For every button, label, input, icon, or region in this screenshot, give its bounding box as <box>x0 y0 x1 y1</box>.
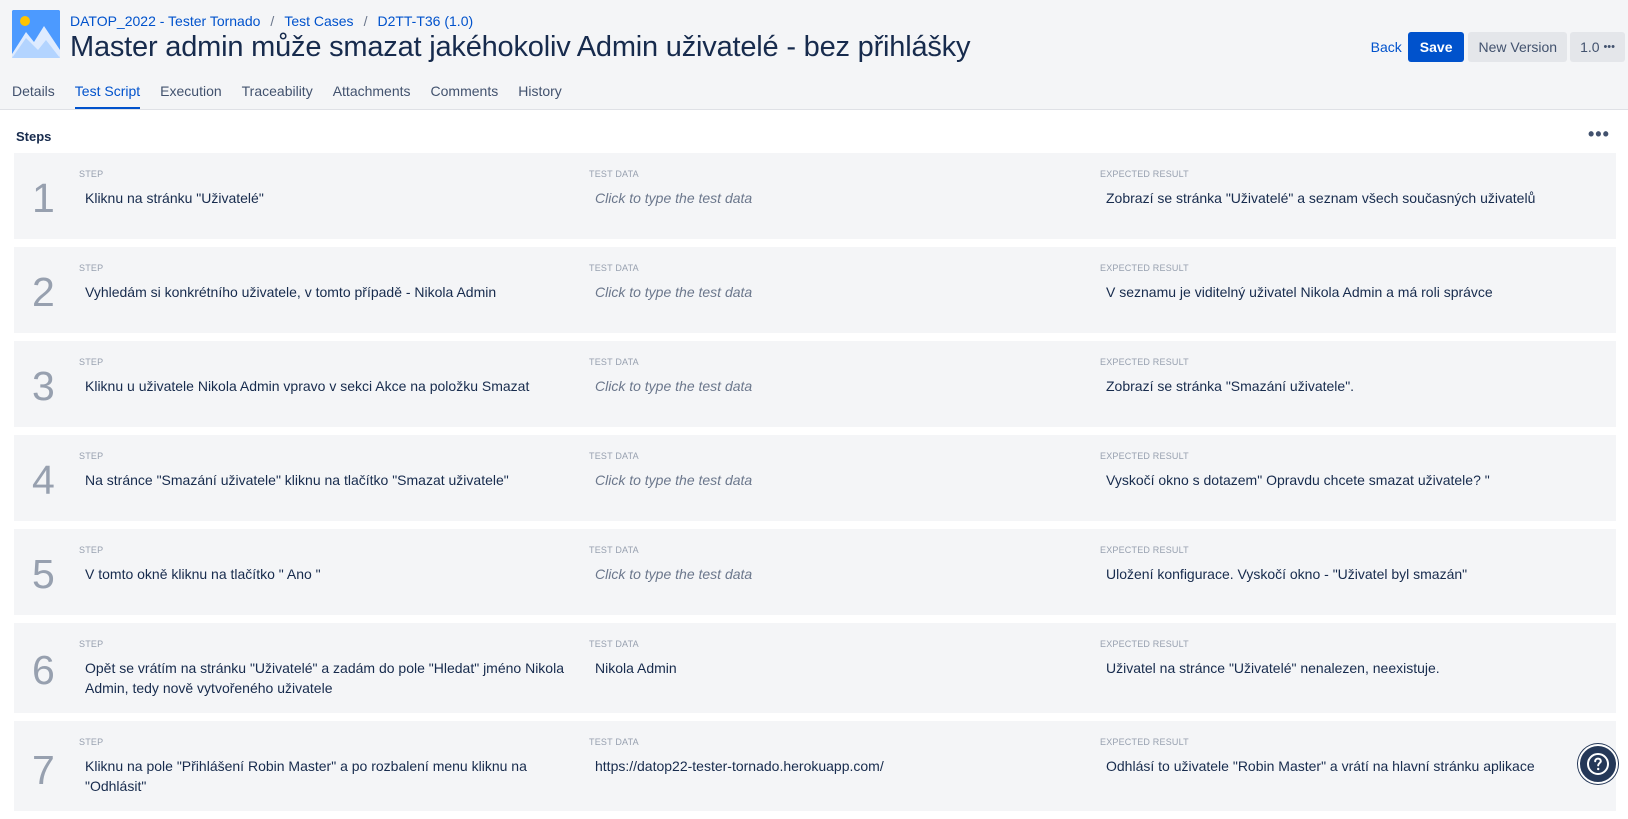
expected-result-text[interactable]: V seznamu je viditelný uživatel Nikola A… <box>1100 282 1600 302</box>
steps-list: 1 STEP Kliknu na stránku "Uživatelé" TEST… <box>14 153 1616 819</box>
step-text[interactable]: Kliknu u uživatele Nikola Admin vpravo v… <box>79 376 579 396</box>
test-data-field[interactable]: Click to type the test data <box>589 470 1089 490</box>
test-data-field[interactable]: Click to type the test data <box>589 376 1089 396</box>
step-label: STEP <box>79 357 104 367</box>
step-number: 5 <box>32 551 55 597</box>
tab-history[interactable]: History <box>518 83 562 109</box>
test-data-label: TEST DATA <box>589 545 639 555</box>
expected-result-label: EXPECTED RESULT <box>1100 545 1189 555</box>
test-data-field[interactable]: Nikola Admin <box>589 658 1089 678</box>
test-data-label: TEST DATA <box>589 169 639 179</box>
step-label: STEP <box>79 451 104 461</box>
step-text[interactable]: Na stránce "Smazání uživatele" kliknu na… <box>79 470 579 490</box>
step-row[interactable]: 4 STEP Na stránce "Smazání uživatele" kli… <box>14 435 1616 521</box>
test-data-label: TEST DATA <box>589 639 639 649</box>
back-button[interactable]: Back <box>1365 39 1408 55</box>
tab-details[interactable]: Details <box>12 83 55 109</box>
expected-result-label: EXPECTED RESULT <box>1100 357 1189 367</box>
step-row[interactable]: 5 STEP V tomto okně kliknu na tlačítko " … <box>14 529 1616 615</box>
expected-result-label: EXPECTED RESULT <box>1100 169 1189 179</box>
more-icon: ••• <box>1603 40 1615 53</box>
step-label: STEP <box>79 639 104 649</box>
breadcrumb-test-cases[interactable]: Test Cases <box>284 13 353 29</box>
page-title[interactable]: Master admin může smazat jakéhokoliv Adm… <box>70 31 970 64</box>
save-button[interactable]: Save <box>1407 31 1465 62</box>
step-row[interactable]: 3 STEP Kliknu u uživatele Nikola Admin vp… <box>14 341 1616 427</box>
expected-result-label: EXPECTED RESULT <box>1100 263 1189 273</box>
step-number: 6 <box>32 647 55 693</box>
step-row[interactable]: 1 STEP Kliknu na stránku "Uživatelé" TEST… <box>14 153 1616 239</box>
expected-result-text[interactable]: Odhlásí to uživatele "Robin Master" a vr… <box>1100 756 1600 776</box>
new-version-button[interactable]: New Version <box>1468 31 1568 62</box>
step-text[interactable]: Vyhledám si konkrétního uživatele, v tom… <box>79 282 579 302</box>
test-data-field[interactable]: Click to type the test data <box>589 564 1089 584</box>
test-data-label: TEST DATA <box>589 263 639 273</box>
steps-heading: Steps <box>16 129 52 144</box>
step-label: STEP <box>79 545 104 555</box>
help-button[interactable] <box>1578 744 1618 784</box>
step-label: STEP <box>79 169 104 179</box>
test-data-label: TEST DATA <box>589 357 639 367</box>
tab-traceability[interactable]: Traceability <box>242 83 313 109</box>
header-actions: Back Save New Version 1.0 ••• <box>1365 31 1628 62</box>
test-data-field[interactable]: https://datop22-tester-tornado.herokuapp… <box>589 756 1089 776</box>
step-row[interactable]: 2 STEP Vyhledám si konkrétního uživatele,… <box>14 247 1616 333</box>
expected-result-label: EXPECTED RESULT <box>1100 451 1189 461</box>
project-avatar-icon[interactable] <box>12 10 60 58</box>
expected-result-text[interactable]: Zobrazí se stránka "Smazání uživatele". <box>1100 376 1600 396</box>
step-number: 1 <box>32 175 55 221</box>
step-label: STEP <box>79 263 104 273</box>
breadcrumb-project[interactable]: DATOP_2022 - Tester Tornado <box>70 13 260 29</box>
tab-comments[interactable]: Comments <box>431 83 499 109</box>
expected-result-text[interactable]: Uložení konfigurace. Vyskočí okno - "Uži… <box>1100 564 1600 584</box>
expected-result-label: EXPECTED RESULT <box>1100 639 1189 649</box>
steps-more-icon[interactable]: ••• <box>1588 124 1610 145</box>
step-number: 3 <box>32 363 55 409</box>
step-label: STEP <box>79 737 104 747</box>
breadcrumb-test-case-key[interactable]: D2TT-T36 (1.0) <box>377 13 473 29</box>
expected-result-text[interactable]: Zobrazí se stránka "Uživatelé" a seznam … <box>1100 188 1600 208</box>
question-icon <box>1587 753 1609 775</box>
page-header: DATOP_2022 - Tester Tornado / Test Cases / D… <box>0 0 1628 110</box>
tab-bar: Details Test Script Execution Traceabili… <box>12 83 582 109</box>
test-data-label: TEST DATA <box>589 451 639 461</box>
breadcrumb-separator: / <box>270 13 275 29</box>
tab-attachments[interactable]: Attachments <box>333 83 411 109</box>
version-label: 1.0 <box>1580 38 1600 55</box>
test-data-field[interactable]: Click to type the test data <box>589 188 1089 208</box>
expected-result-label: EXPECTED RESULT <box>1100 737 1189 747</box>
step-text[interactable]: Opět se vrátím na stránku "Uživatelé" a … <box>79 658 579 698</box>
version-menu-button[interactable]: 1.0 ••• <box>1570 31 1625 62</box>
expected-result-text[interactable]: Uživatel na stránce "Uživatelé" nenaleze… <box>1100 658 1600 678</box>
tab-execution[interactable]: Execution <box>160 83 221 109</box>
step-number: 4 <box>32 457 55 503</box>
test-data-label: TEST DATA <box>589 737 639 747</box>
tab-test-script[interactable]: Test Script <box>74 83 141 109</box>
expected-result-text[interactable]: Vyskočí okno s dotazem" Opravdu chcete s… <box>1100 470 1600 490</box>
step-text[interactable]: Kliknu na stránku "Uživatelé" <box>79 188 579 208</box>
breadcrumb-separator: / <box>363 13 368 29</box>
step-row[interactable]: 7 STEP Kliknu na pole "Přihlášení Robin M… <box>14 721 1616 811</box>
step-text[interactable]: Kliknu na pole "Přihlášení Robin Master"… <box>79 756 579 796</box>
step-number: 2 <box>32 269 55 315</box>
step-row[interactable]: 6 STEP Opět se vrátím na stránku "Uživate… <box>14 623 1616 713</box>
test-data-field[interactable]: Click to type the test data <box>589 282 1089 302</box>
step-number: 7 <box>32 747 55 793</box>
step-text[interactable]: V tomto okně kliknu na tlačítko " Ano " <box>79 564 579 584</box>
breadcrumb: DATOP_2022 - Tester Tornado / Test Cases / D… <box>70 13 473 29</box>
